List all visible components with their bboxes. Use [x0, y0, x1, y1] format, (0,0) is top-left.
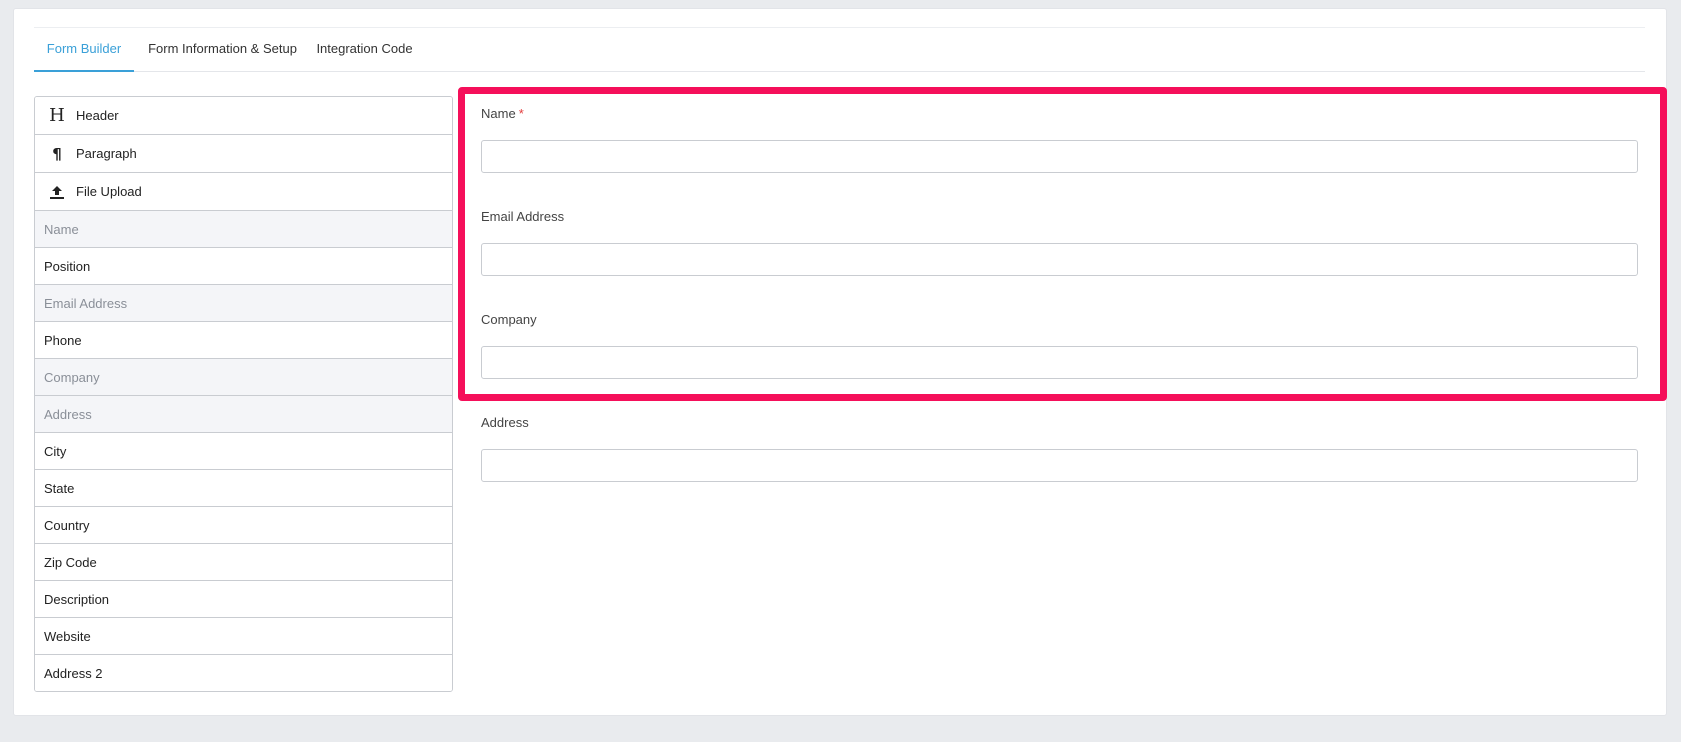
palette-field-state[interactable]: State: [35, 470, 452, 507]
palette-field-address: Address: [35, 396, 452, 433]
company-input[interactable]: [481, 346, 1638, 379]
email-address-field-label: Email Address: [481, 209, 565, 224]
palette-item-label: Header: [76, 108, 119, 123]
palette-field-email-address: Email Address: [35, 285, 452, 322]
name-label-text: Name: [481, 106, 516, 121]
upload-icon: [46, 181, 68, 203]
palette-item-header[interactable]: H Header: [35, 97, 452, 135]
form-preview: Name * Email Address Company Address: [459, 96, 1659, 496]
address-field-label: Address: [481, 415, 529, 430]
palette-field-name: Name: [35, 211, 452, 248]
name-field-label: Name *: [481, 106, 524, 121]
email-address-input[interactable]: [481, 243, 1638, 276]
palette-field-address-2[interactable]: Address 2: [35, 655, 452, 691]
tab-integration-code[interactable]: Integration Code: [313, 28, 416, 72]
palette-field-country[interactable]: Country: [35, 507, 452, 544]
name-input[interactable]: [481, 140, 1638, 173]
paragraph-icon: ¶: [52, 144, 62, 163]
palette-item-file-upload[interactable]: File Upload: [35, 173, 452, 211]
header-icon: H: [49, 105, 65, 126]
company-field-label: Company: [481, 312, 537, 327]
tab-form-builder[interactable]: Form Builder: [34, 28, 134, 72]
palette-field-description[interactable]: Description: [35, 581, 452, 618]
tab-form-information-setup[interactable]: Form Information & Setup: [146, 28, 299, 72]
palette-field-city[interactable]: City: [35, 433, 452, 470]
palette-field-zip-code[interactable]: Zip Code: [35, 544, 452, 581]
palette-field-website[interactable]: Website: [35, 618, 452, 655]
palette-item-label: Paragraph: [76, 146, 137, 161]
palette-item-label: File Upload: [76, 184, 142, 199]
palette-field-position[interactable]: Position: [35, 248, 452, 285]
required-marker: *: [518, 106, 524, 121]
field-palette: H Header ¶ Paragraph File Upload Name Po…: [34, 96, 453, 692]
palette-field-phone[interactable]: Phone: [35, 322, 452, 359]
palette-field-company: Company: [35, 359, 452, 396]
address-input[interactable]: [481, 449, 1638, 482]
palette-item-paragraph[interactable]: ¶ Paragraph: [35, 135, 452, 173]
tab-bar: Form Builder Form Information & Setup In…: [34, 27, 1645, 72]
